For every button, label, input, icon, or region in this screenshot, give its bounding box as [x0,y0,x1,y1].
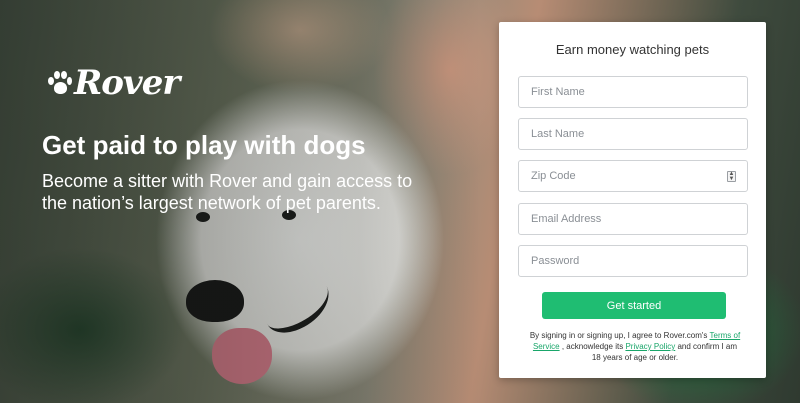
legal-text-middle: , acknowledge its [559,342,626,351]
signup-title: Earn money watching pets [555,42,710,57]
hero-headline: Get paid to play with dogs [42,130,366,160]
email-input[interactable] [518,203,748,235]
first-name-input[interactable] [518,76,748,108]
signup-card: Earn money watching pets ▲▼ Get started … [499,22,766,378]
hero-subheadline: Become a sitter with Rover and gain acce… [42,171,413,213]
legal-text-prefix: By signing in or signing up, I agree to … [529,331,710,340]
privacy-policy-link[interactable]: Privacy Policy [625,342,675,351]
last-name-input[interactable] [518,118,748,150]
get-started-button[interactable]: Get started [542,292,726,319]
logo-wordmark: Rover [74,63,180,103]
rover-logo[interactable]: Rover [48,63,180,103]
legal-disclaimer: By signing in or signing up, I agree to … [529,330,741,363]
number-spinner-icon[interactable]: ▲ ▼ [727,171,736,182]
zip-code-input[interactable] [518,160,748,192]
password-input[interactable] [518,245,748,277]
paw-icon [48,70,72,96]
